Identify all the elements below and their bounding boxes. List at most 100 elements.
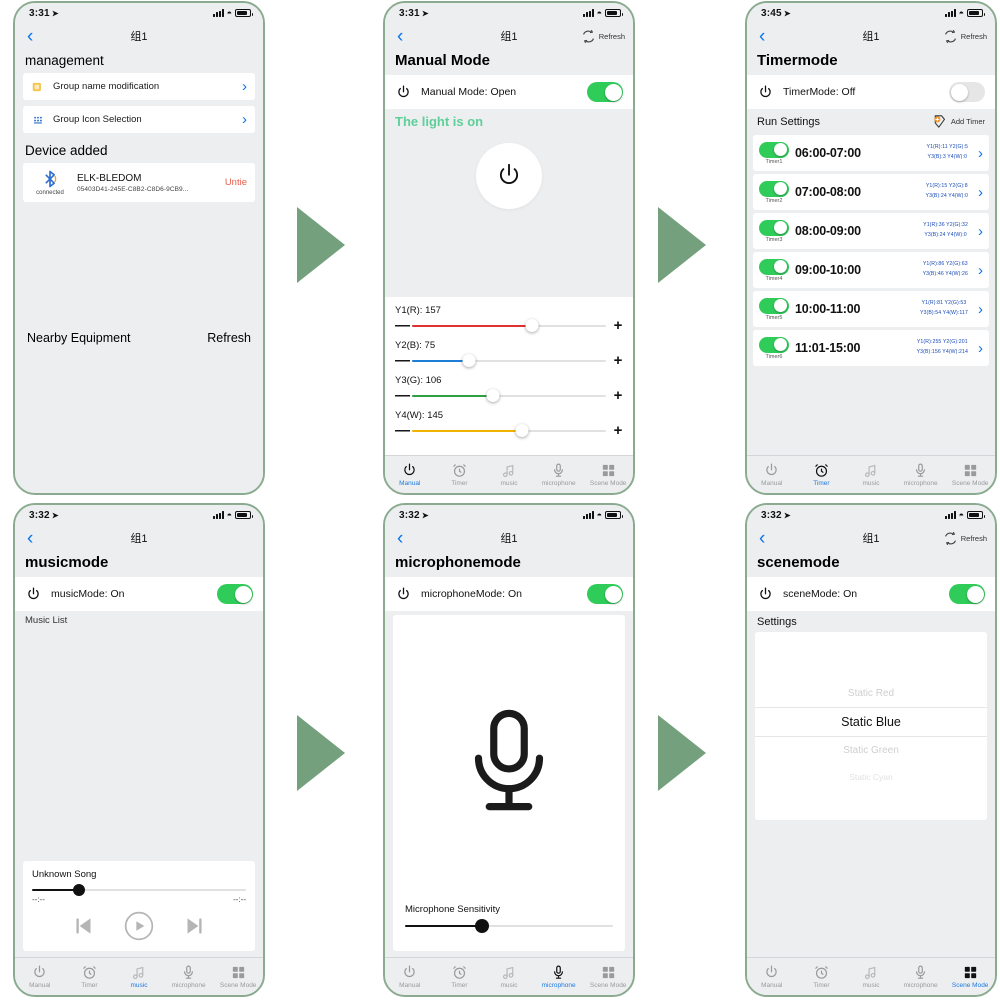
refresh-nearby-button[interactable]: Refresh [207,331,251,345]
tab-music[interactable]: music [484,964,534,989]
slider-row[interactable]: — + [395,318,623,333]
row-group-name-modification[interactable]: Group name modification › [23,73,255,100]
row-group-icon-selection[interactable]: Group Icon Selection › [23,106,255,133]
tab-microphone[interactable]: microphone [164,964,214,989]
tab-microphone[interactable]: microphone [534,462,584,487]
tab-scene-mode[interactable]: Scene Mode [583,462,633,487]
slider-knob[interactable] [474,919,489,933]
slider-row[interactable]: — + [395,353,623,368]
tab-microphone[interactable]: microphone [896,964,946,989]
tab-manual[interactable]: Manual [385,462,435,487]
progress-slider[interactable] [32,884,246,896]
slider-track[interactable] [412,318,606,332]
scene-picker[interactable]: Static Red Static Blue Static Green Stat… [755,632,987,820]
tab-scene-mode[interactable]: Scene Mode [945,964,995,989]
timer-toggle-wrap[interactable]: Timer3 [759,219,789,243]
chevron-right-icon[interactable]: › [974,185,983,200]
tab-manual[interactable]: Manual [15,964,65,989]
refresh-button[interactable]: Refresh [942,530,987,547]
chevron-right-icon[interactable]: › [974,146,983,161]
slider-row[interactable]: — + [395,423,623,438]
tab-music[interactable]: music [846,964,896,989]
slider-row[interactable]: — + [395,388,623,403]
progress-knob[interactable] [73,884,86,896]
timer-toggle-wrap[interactable]: Timer2 [759,180,789,204]
chevron-right-icon[interactable]: › [242,79,247,94]
slider-track[interactable] [412,423,606,437]
timer-toggle-wrap[interactable]: Timer1 [759,141,789,165]
add-timer-button[interactable]: Add Timer [931,113,985,130]
back-chevron-icon[interactable]: ‹ [393,529,407,548]
tab-manual[interactable]: Manual [747,964,797,989]
back-chevron-icon[interactable]: ‹ [23,529,37,548]
timer-mode-toggle-row[interactable]: TimerMode: Off [747,75,995,109]
scene-option-static-green[interactable]: Static Green [755,737,987,764]
mode-toggle[interactable] [587,82,623,102]
timer-row[interactable]: Timer6 11:01-15:00 Y1(R):255 Y2(G):201 Y… [753,330,989,366]
scene-option-static-cyan[interactable]: Static Cyan [755,764,987,790]
mode-toggle[interactable] [217,584,253,604]
refresh-button[interactable]: Refresh [580,28,625,45]
back-chevron-icon[interactable]: ‹ [23,27,37,46]
increase-button[interactable]: + [613,318,623,333]
tab-manual[interactable]: Manual [747,462,797,487]
tab-scene-mode[interactable]: Scene Mode [213,964,263,989]
scene-option-static-blue[interactable]: Static Blue [755,707,987,737]
timer-row[interactable]: Timer1 06:00-07:00 Y1(R):11 Y2(G):5 Y3(B… [753,135,989,171]
tab-microphone[interactable]: microphone [534,964,584,989]
tab-timer[interactable]: Timer [435,462,485,487]
chevron-right-icon[interactable]: › [974,341,983,356]
tab-scene-mode[interactable]: Scene Mode [945,462,995,487]
slider-track[interactable] [412,388,606,402]
timer-row[interactable]: Timer2 07:00-08:00 Y1(R):15 Y2(G):8 Y3(B… [753,174,989,210]
timer-toggle[interactable] [759,258,789,275]
decrease-button[interactable]: — [395,318,410,333]
timer-toggle[interactable] [759,297,789,314]
back-chevron-icon[interactable]: ‹ [755,529,769,548]
tab-timer[interactable]: Timer [435,964,485,989]
manual-mode-toggle-row[interactable]: Manual Mode: Open [385,75,633,109]
timer-toggle-wrap[interactable]: Timer6 [759,336,789,360]
skip-previous-icon[interactable] [71,913,97,939]
chevron-right-icon[interactable]: › [974,224,983,239]
slider-knob[interactable] [462,353,476,367]
tab-timer[interactable]: Timer [65,964,115,989]
scene-option-static-red[interactable]: Static Red [755,680,987,707]
refresh-button[interactable]: Refresh [942,28,987,45]
tab-music[interactable]: music [846,462,896,487]
timer-toggle-wrap[interactable]: Timer4 [759,258,789,282]
back-chevron-icon[interactable]: ‹ [393,27,407,46]
chevron-right-icon[interactable]: › [974,302,983,317]
decrease-button[interactable]: — [395,388,410,403]
tab-music[interactable]: music [484,462,534,487]
timer-toggle[interactable] [759,180,789,197]
timer-toggle[interactable] [759,336,789,353]
scene-mode-toggle-row[interactable]: sceneMode: On [747,577,995,611]
slider-track[interactable] [412,353,606,367]
slider-knob[interactable] [525,318,538,332]
slider-knob[interactable] [486,388,500,402]
increase-button[interactable]: + [613,388,623,403]
chevron-right-icon[interactable]: › [242,112,247,127]
chevron-right-icon[interactable]: › [974,263,983,278]
skip-next-icon[interactable] [181,913,207,939]
big-power-button[interactable] [476,143,542,209]
timer-row[interactable]: Timer4 09:00-10:00 Y1(R):86 Y2(G):63 Y3(… [753,252,989,288]
device-card[interactable]: connected ELK-BLEDOM 05403D41-245E-C8B2-… [23,163,255,202]
tab-scene-mode[interactable]: Scene Mode [583,964,633,989]
back-chevron-icon[interactable]: ‹ [755,27,769,46]
play-icon[interactable] [123,910,155,942]
tab-microphone[interactable]: microphone [896,462,946,487]
decrease-button[interactable]: — [395,353,410,368]
music-mode-toggle-row[interactable]: musicMode: On [15,577,263,611]
timer-row[interactable]: Timer5 10:00-11:00 Y1(R):81 Y2(G):53 Y3(… [753,291,989,327]
microphone-sensitivity-slider[interactable] [405,919,613,933]
untie-button[interactable]: Untie [225,177,247,188]
increase-button[interactable]: + [613,423,623,438]
increase-button[interactable]: + [613,353,623,368]
tab-manual[interactable]: Manual [385,964,435,989]
tab-timer[interactable]: Timer [797,462,847,487]
timer-row[interactable]: Timer3 08:00-09:00 Y1(R):36 Y2(G):32 Y3(… [753,213,989,249]
timer-toggle[interactable] [759,141,789,158]
tab-timer[interactable]: Timer [797,964,847,989]
